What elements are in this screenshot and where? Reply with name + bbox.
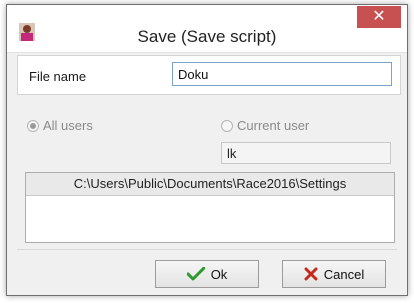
- cancel-button[interactable]: Cancel: [282, 260, 386, 288]
- cancel-label: Cancel: [323, 266, 365, 282]
- current-user-label: Current user: [237, 118, 310, 133]
- user-name-field[interactable]: lk: [221, 142, 391, 164]
- close-button[interactable]: ✕: [357, 6, 401, 28]
- folder-path: C:\Users\Public\Documents\Race2016\Setti…: [26, 173, 394, 196]
- ok-label: Ok: [210, 266, 228, 282]
- all-users-radio[interactable]: All users: [27, 118, 93, 133]
- radio-unselected-icon: [221, 119, 233, 132]
- file-name-input[interactable]: [172, 62, 392, 86]
- save-dialog: Save (Save script) ✕ File name All users…: [6, 4, 408, 296]
- title-bar[interactable]: Save (Save script) ✕: [7, 5, 407, 53]
- file-name-label: File name: [29, 69, 87, 84]
- folder-panel: C:\Users\Public\Documents\Race2016\Setti…: [25, 172, 395, 243]
- checkmark-icon: [186, 267, 205, 281]
- file-name-row: File name: [17, 55, 401, 95]
- x-mark-icon: [304, 267, 318, 281]
- window-title: Save (Save script): [137, 27, 277, 46]
- radio-selected-icon: [27, 119, 39, 132]
- current-user-radio[interactable]: Current user: [221, 118, 309, 133]
- ok-button[interactable]: Ok: [155, 260, 259, 288]
- file-list[interactable]: [26, 196, 394, 243]
- divider: [17, 249, 397, 250]
- all-users-label: All users: [43, 118, 93, 133]
